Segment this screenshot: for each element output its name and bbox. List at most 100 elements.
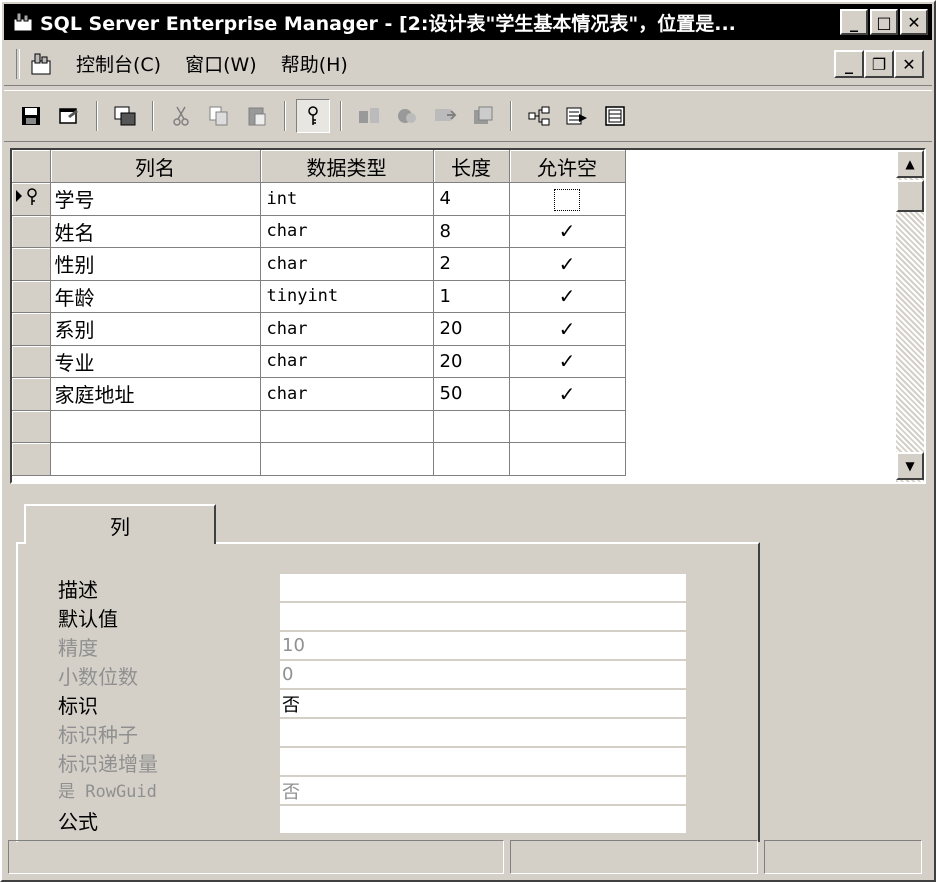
title-bar[interactable]: SQL Server Enterprise Manager - [2:设计表"学… [4,4,932,40]
row-selector[interactable] [12,410,51,443]
cell-length[interactable] [433,442,510,476]
mdi-restore-button[interactable]: ❐ [864,50,894,78]
cell-column-name[interactable]: 性别 [50,247,261,281]
tab-columns[interactable]: 列 [24,504,216,544]
table-row[interactable]: 学号 int 4 [12,182,626,216]
prop-field-description[interactable] [280,574,686,602]
cell-length[interactable]: 4 [433,182,510,216]
table-row[interactable]: 性别 char 2 ✓ [12,247,626,281]
mdi-minimize-button[interactable]: _ [834,50,864,78]
save-icon[interactable] [14,99,48,133]
cell-length[interactable]: 50 [433,377,510,411]
cell-column-name[interactable]: 家庭地址 [50,377,261,411]
cell-allow-nulls[interactable] [509,182,626,216]
cell-length[interactable]: 20 [433,345,510,378]
checkmark-icon[interactable]: ✓ [509,280,626,313]
maximize-button[interactable]: □ [870,9,898,35]
column-design-grid[interactable]: 列名 数据类型 长度 允许空 学号 int 4 姓名 char 8 ✓ 性别 c… [10,148,926,484]
copy-icon[interactable] [202,99,236,133]
table-row-empty[interactable] [12,410,626,443]
cell-data-type[interactable]: char [260,377,434,411]
checkmark-icon[interactable]: ✓ [509,215,626,248]
minimize-button[interactable]: _ [840,9,868,35]
paste-icon[interactable] [240,99,274,133]
menu-window[interactable]: 窗口(W) [173,50,269,77]
cell-data-type[interactable]: char [260,215,434,248]
header-length[interactable]: 长度 [433,150,510,183]
checkmark-icon[interactable]: ✓ [509,345,626,378]
prop-label-description: 描述 [58,578,98,602]
cell-column-name[interactable] [50,442,261,476]
table-icon[interactable] [466,99,500,133]
cell-length[interactable]: 2 [433,247,510,281]
properties-icon[interactable] [52,99,86,133]
manage-relationships-icon[interactable] [352,99,386,133]
table-row[interactable]: 专业 char 20 ✓ [12,345,626,378]
checkmark-icon[interactable]: ✓ [509,247,626,281]
cell-data-type[interactable]: char [260,247,434,281]
cell-data-type[interactable] [260,442,434,476]
app-window: SQL Server Enterprise Manager - [2:设计表"学… [0,0,936,882]
row-selector[interactable] [12,312,51,346]
manage-indexes-icon[interactable] [108,99,142,133]
scroll-up-arrow-icon[interactable]: ▲ [896,150,924,178]
cell-length[interactable]: 20 [433,312,510,346]
manage-triggers-icon[interactable] [390,99,424,133]
cell-data-type[interactable]: tinyint [260,280,434,313]
row-selector[interactable] [12,377,51,411]
cell-length[interactable]: 1 [433,280,510,313]
mdi-close-button[interactable]: ✕ [894,50,924,78]
cell-data-type[interactable]: int [260,182,434,216]
cell-data-type[interactable]: char [260,345,434,378]
menu-console[interactable]: 控制台(C) [64,50,173,77]
console-icon[interactable] [26,49,56,79]
prop-field-identity[interactable]: 否 [280,690,686,718]
vertical-scrollbar[interactable]: ▲ ▼ [896,150,924,482]
menu-grip[interactable] [16,48,20,79]
unchecked-checkbox[interactable] [554,189,580,211]
manage-dependencies-icon[interactable] [522,99,556,133]
table-row[interactable]: 年龄 tinyint 1 ✓ [12,280,626,313]
prop-field-default[interactable] [280,603,686,631]
enterprise-manager-icon [10,9,36,35]
grid-view-icon[interactable] [598,99,632,133]
cell-column-name[interactable]: 系别 [50,312,261,346]
row-selector[interactable] [12,280,51,313]
row-selector[interactable] [12,215,51,248]
text-view-icon[interactable] [560,99,594,133]
row-selector-current[interactable] [12,182,51,216]
prop-field-scale: 0 [280,661,686,689]
row-selector[interactable] [12,345,51,378]
cut-icon[interactable] [164,99,198,133]
row-selector[interactable] [12,442,51,476]
checkmark-icon[interactable]: ✓ [509,312,626,346]
header-column-name[interactable]: 列名 [50,150,261,183]
checkmark-icon[interactable]: ✓ [509,377,626,411]
row-selector[interactable] [12,247,51,281]
table-row[interactable]: 家庭地址 char 50 ✓ [12,377,626,411]
cell-allow-nulls[interactable] [509,410,626,443]
table-row[interactable]: 系别 char 20 ✓ [12,312,626,346]
cell-length[interactable] [433,410,510,443]
cell-column-name[interactable]: 年龄 [50,280,261,313]
cell-column-name[interactable]: 专业 [50,345,261,378]
table-row-empty[interactable] [12,442,626,476]
menu-help[interactable]: 帮助(H) [269,50,360,77]
generate-script-icon[interactable] [428,99,462,133]
set-primary-key-icon[interactable] [296,99,330,133]
cell-data-type[interactable] [260,410,434,443]
scroll-down-arrow-icon[interactable]: ▼ [896,452,924,480]
header-data-type[interactable]: 数据类型 [260,150,434,183]
prop-field-formula[interactable] [280,806,686,834]
cell-column-name[interactable]: 学号 [50,182,261,216]
cell-column-name[interactable]: 姓名 [50,215,261,248]
cell-length[interactable]: 8 [433,215,510,248]
close-button[interactable]: ✕ [900,9,928,35]
cell-data-type[interactable]: char [260,312,434,346]
cell-allow-nulls[interactable] [509,442,626,476]
table-row[interactable]: 姓名 char 8 ✓ [12,215,626,248]
scroll-thumb[interactable] [896,180,924,212]
prop-label-identity-increment: 标识递增量 [58,752,158,776]
header-allow-nulls[interactable]: 允许空 [509,150,626,183]
cell-column-name[interactable] [50,410,261,443]
